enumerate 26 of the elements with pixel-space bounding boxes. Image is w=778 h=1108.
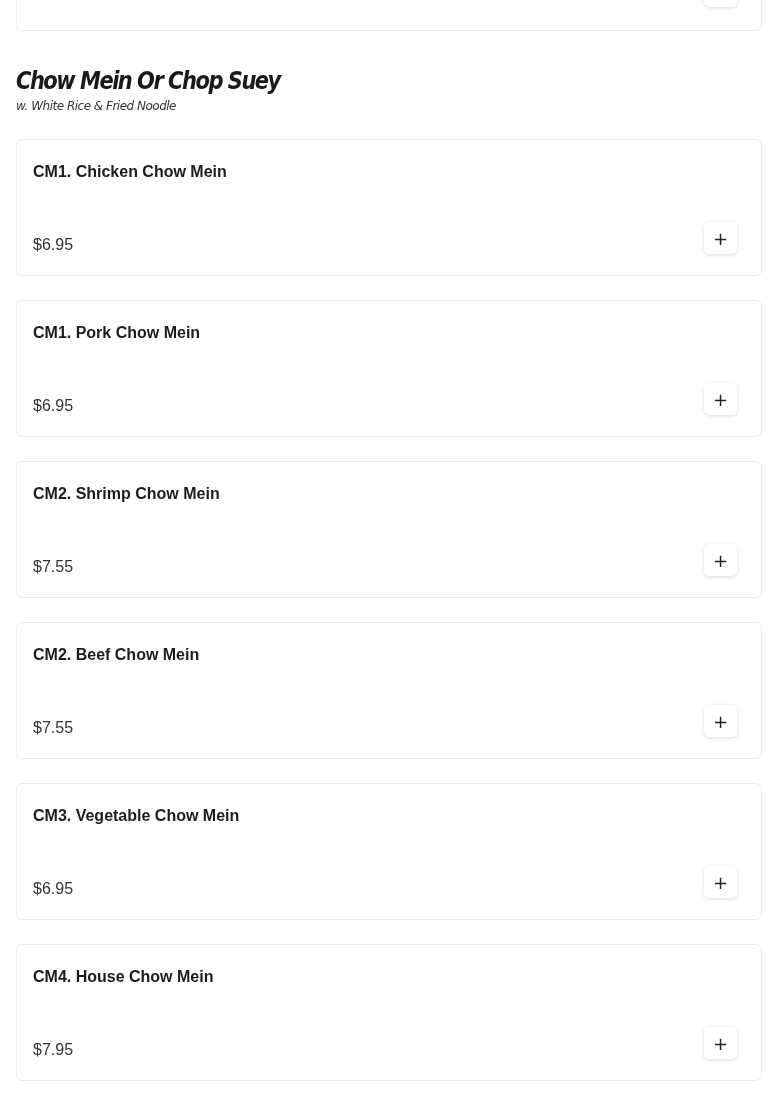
item-name: CM3. Vegetable Chow Mein — [33, 806, 241, 826]
add-button[interactable]: + — [704, 705, 737, 737]
menu-item-card[interactable]: CM3. Vegetable Chow Mein $6.95 + — [16, 783, 762, 920]
section-title: Chow Mein Or Chop Suey — [16, 65, 283, 98]
menu-item-card[interactable]: CM4. House Chow Mein $7.95 + — [16, 944, 762, 1081]
item-name: CM4. House Chow Mein — [33, 967, 215, 987]
menu-item-card[interactable]: CM2. Shrimp Chow Mein $7.55 + — [16, 461, 762, 598]
item-name: CM1. Pork Chow Mein — [33, 323, 202, 343]
add-button[interactable]: + — [704, 383, 737, 415]
add-button[interactable]: + — [704, 222, 737, 254]
item-price: $6.95 — [33, 396, 74, 416]
section-subtitle: w. White Rice & Fried Noodle — [16, 99, 177, 113]
item-name: CM2. Beef Chow Mein — [33, 645, 201, 665]
item-name: CM1. Chicken Chow Mein — [33, 162, 228, 182]
menu-item-card[interactable]: CM1. Pork Chow Mein $6.95 + — [16, 300, 762, 437]
item-price: $6.95 — [33, 235, 74, 255]
item-price: $6.95 — [33, 879, 74, 899]
item-price: $7.55 — [33, 557, 74, 577]
menu-item-card[interactable]: CM1. Chicken Chow Mein $6.95 + — [16, 139, 762, 276]
menu-item-card[interactable]: CM2. Beef Chow Mein $7.55 + — [16, 622, 762, 759]
add-button[interactable]: + — [704, 544, 737, 576]
add-button[interactable]: + — [704, 1027, 737, 1059]
item-price: $7.55 — [33, 718, 74, 738]
add-button[interactable]: + — [704, 866, 737, 898]
item-price: $7.95 — [33, 1040, 74, 1060]
item-name: CM2. Shrimp Chow Mein — [33, 484, 221, 504]
